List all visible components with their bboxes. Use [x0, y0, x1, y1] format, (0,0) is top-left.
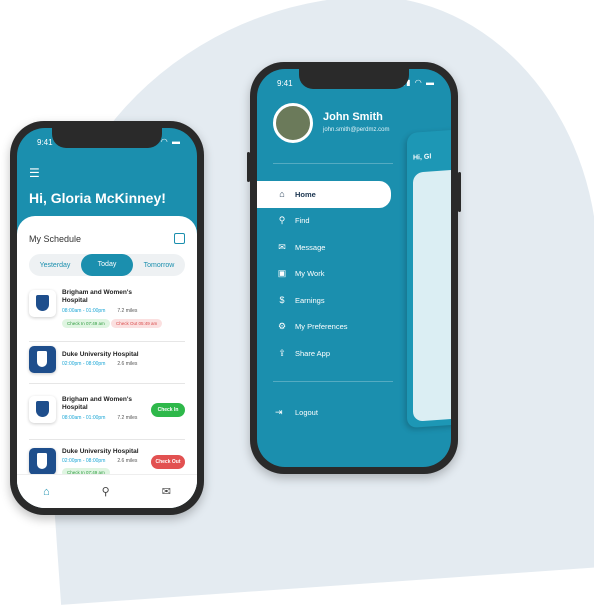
phone-menu: 9:41 ▮▮ ◠ ▬ John Smith john.smith@perdmz…	[247, 62, 461, 474]
mail-icon: ✉	[278, 241, 286, 252]
greeting: Hi, Gloria McKinney!	[29, 190, 166, 206]
search-icon[interactable]: ⚲	[102, 485, 110, 498]
avatar[interactable]	[273, 103, 313, 143]
share-icon: ⇪	[278, 347, 286, 358]
hospital-name: Duke University Hospital	[62, 448, 139, 455]
menu-label: Message	[295, 242, 326, 252]
item-meta: 02:00pm - 08:00pm 2.6 miles	[62, 361, 137, 367]
menu-item-preferences[interactable]: ⚙ My Preferences	[257, 314, 391, 341]
menu-label: My Work	[295, 269, 325, 279]
screen: 9:41 ▮▮ ◠ ▬ John Smith john.smith@perdmz…	[257, 69, 451, 467]
menu-item-find[interactable]: ⚲ Find	[257, 208, 391, 235]
day-tabs: Yesterday Today Tomorrow	[29, 254, 185, 276]
check-out-button[interactable]: Check Out	[151, 455, 185, 469]
calendar-icon[interactable]	[174, 233, 185, 244]
mini-greeting: Hi, Gl	[413, 153, 432, 162]
menu-item-earnings[interactable]: $ Earnings	[257, 287, 391, 314]
distance: 7.2 miles	[117, 308, 138, 314]
distance: 7.2 miles	[117, 415, 138, 421]
bottom-tab-bar: ⌂ ⚲ ✉	[17, 474, 197, 508]
status-time: 9:41	[37, 138, 53, 147]
tab-yesterday[interactable]: Yesterday	[29, 262, 81, 269]
divider	[273, 381, 393, 382]
time-range: 02:00pm - 08:00pm	[62, 458, 106, 464]
search-icon: ⚲	[278, 215, 286, 226]
menu-item-share-app[interactable]: ⇪ Share App	[257, 340, 391, 367]
menu-icon[interactable]: ☰	[29, 166, 40, 180]
side-button	[458, 172, 461, 212]
logout-button[interactable]: ⇥ Logout	[275, 407, 318, 418]
distance: 2.6 miles	[117, 361, 138, 367]
logout-label: Logout	[295, 408, 318, 417]
distance: 2.6 miles	[117, 458, 138, 464]
mini-card	[413, 168, 451, 422]
menu-label: Share App	[295, 348, 331, 358]
check-out-badge: Check Out 05:49 am	[111, 319, 163, 328]
check-in-button[interactable]: Check In	[151, 403, 185, 417]
divider	[273, 163, 393, 164]
home-icon: ⌂	[279, 189, 285, 200]
gear-icon: ⚙	[277, 321, 287, 332]
list-item[interactable]: Duke University Hospital 02:00pm - 08:00…	[29, 342, 185, 384]
status-time: 9:41	[277, 79, 293, 88]
menu-label: Home	[295, 189, 316, 199]
menu-label: Find	[295, 216, 310, 226]
briefcase-icon: ▣	[277, 268, 287, 279]
hospital-logo	[29, 346, 56, 373]
side-button	[247, 152, 250, 182]
list-item[interactable]: Brigham and Women's Hospital 08:00am - 0…	[29, 386, 185, 440]
phone-schedule: 9:41 ▮▮ ◠ ▬ ☰ Hi, Gloria McKinney! My Sc…	[10, 121, 204, 515]
menu-label: Earnings	[295, 295, 325, 305]
menu-label: My Preferences	[295, 322, 348, 332]
hospital-name: Brigham and Women's Hospital	[62, 396, 133, 411]
hospital-logo	[29, 448, 56, 475]
hospital-logo	[29, 396, 56, 423]
home-icon[interactable]: ⌂	[43, 486, 50, 498]
menu-item-home[interactable]: ⌂ Home	[257, 181, 391, 208]
user-name: John Smith	[323, 111, 383, 123]
screen: 9:41 ▮▮ ◠ ▬ ☰ Hi, Gloria McKinney! My Sc…	[17, 128, 197, 508]
notch	[299, 69, 409, 89]
side-menu: ⌂ Home ⚲ Find ✉ Message ▣ My Work $ Earnings …	[257, 181, 391, 367]
check-in-badge: Check In 07:49 am	[62, 319, 110, 328]
hospital-name: Brigham and Women's Hospital	[62, 289, 133, 304]
schedule-card: My Schedule Yesterday Today Tomorrow Bri…	[17, 216, 197, 508]
tab-today[interactable]: Today	[81, 254, 133, 276]
menu-item-message[interactable]: ✉ Message	[257, 234, 391, 261]
notch	[52, 128, 162, 148]
time-range: 08:00am - 01:00pm	[62, 308, 106, 314]
schedule-title: My Schedule	[29, 234, 82, 244]
time-range: 08:00am - 01:00pm	[62, 415, 106, 421]
dollar-icon: $	[279, 295, 285, 306]
hospital-name: Duke University Hospital	[62, 351, 139, 358]
app-preview: Hi, Gl	[407, 128, 451, 429]
item-meta: 08:00am - 01:00pm 7.2 miles	[62, 308, 137, 314]
logout-icon: ⇥	[275, 407, 283, 417]
item-meta: 08:00am - 01:00pm 7.2 miles	[62, 415, 137, 421]
item-meta: 02:00pm - 08:00pm 2.6 miles	[62, 458, 137, 464]
menu-item-my-work[interactable]: ▣ My Work	[257, 261, 391, 288]
user-email: john.smith@perdmz.com	[323, 127, 390, 133]
tab-tomorrow[interactable]: Tomorrow	[133, 262, 185, 269]
mail-icon[interactable]: ✉	[162, 485, 171, 498]
hospital-logo	[29, 290, 56, 317]
time-range: 02:00pm - 08:00pm	[62, 361, 106, 367]
list-item[interactable]: Brigham and Women's Hospital 08:00am - 0…	[29, 286, 185, 342]
